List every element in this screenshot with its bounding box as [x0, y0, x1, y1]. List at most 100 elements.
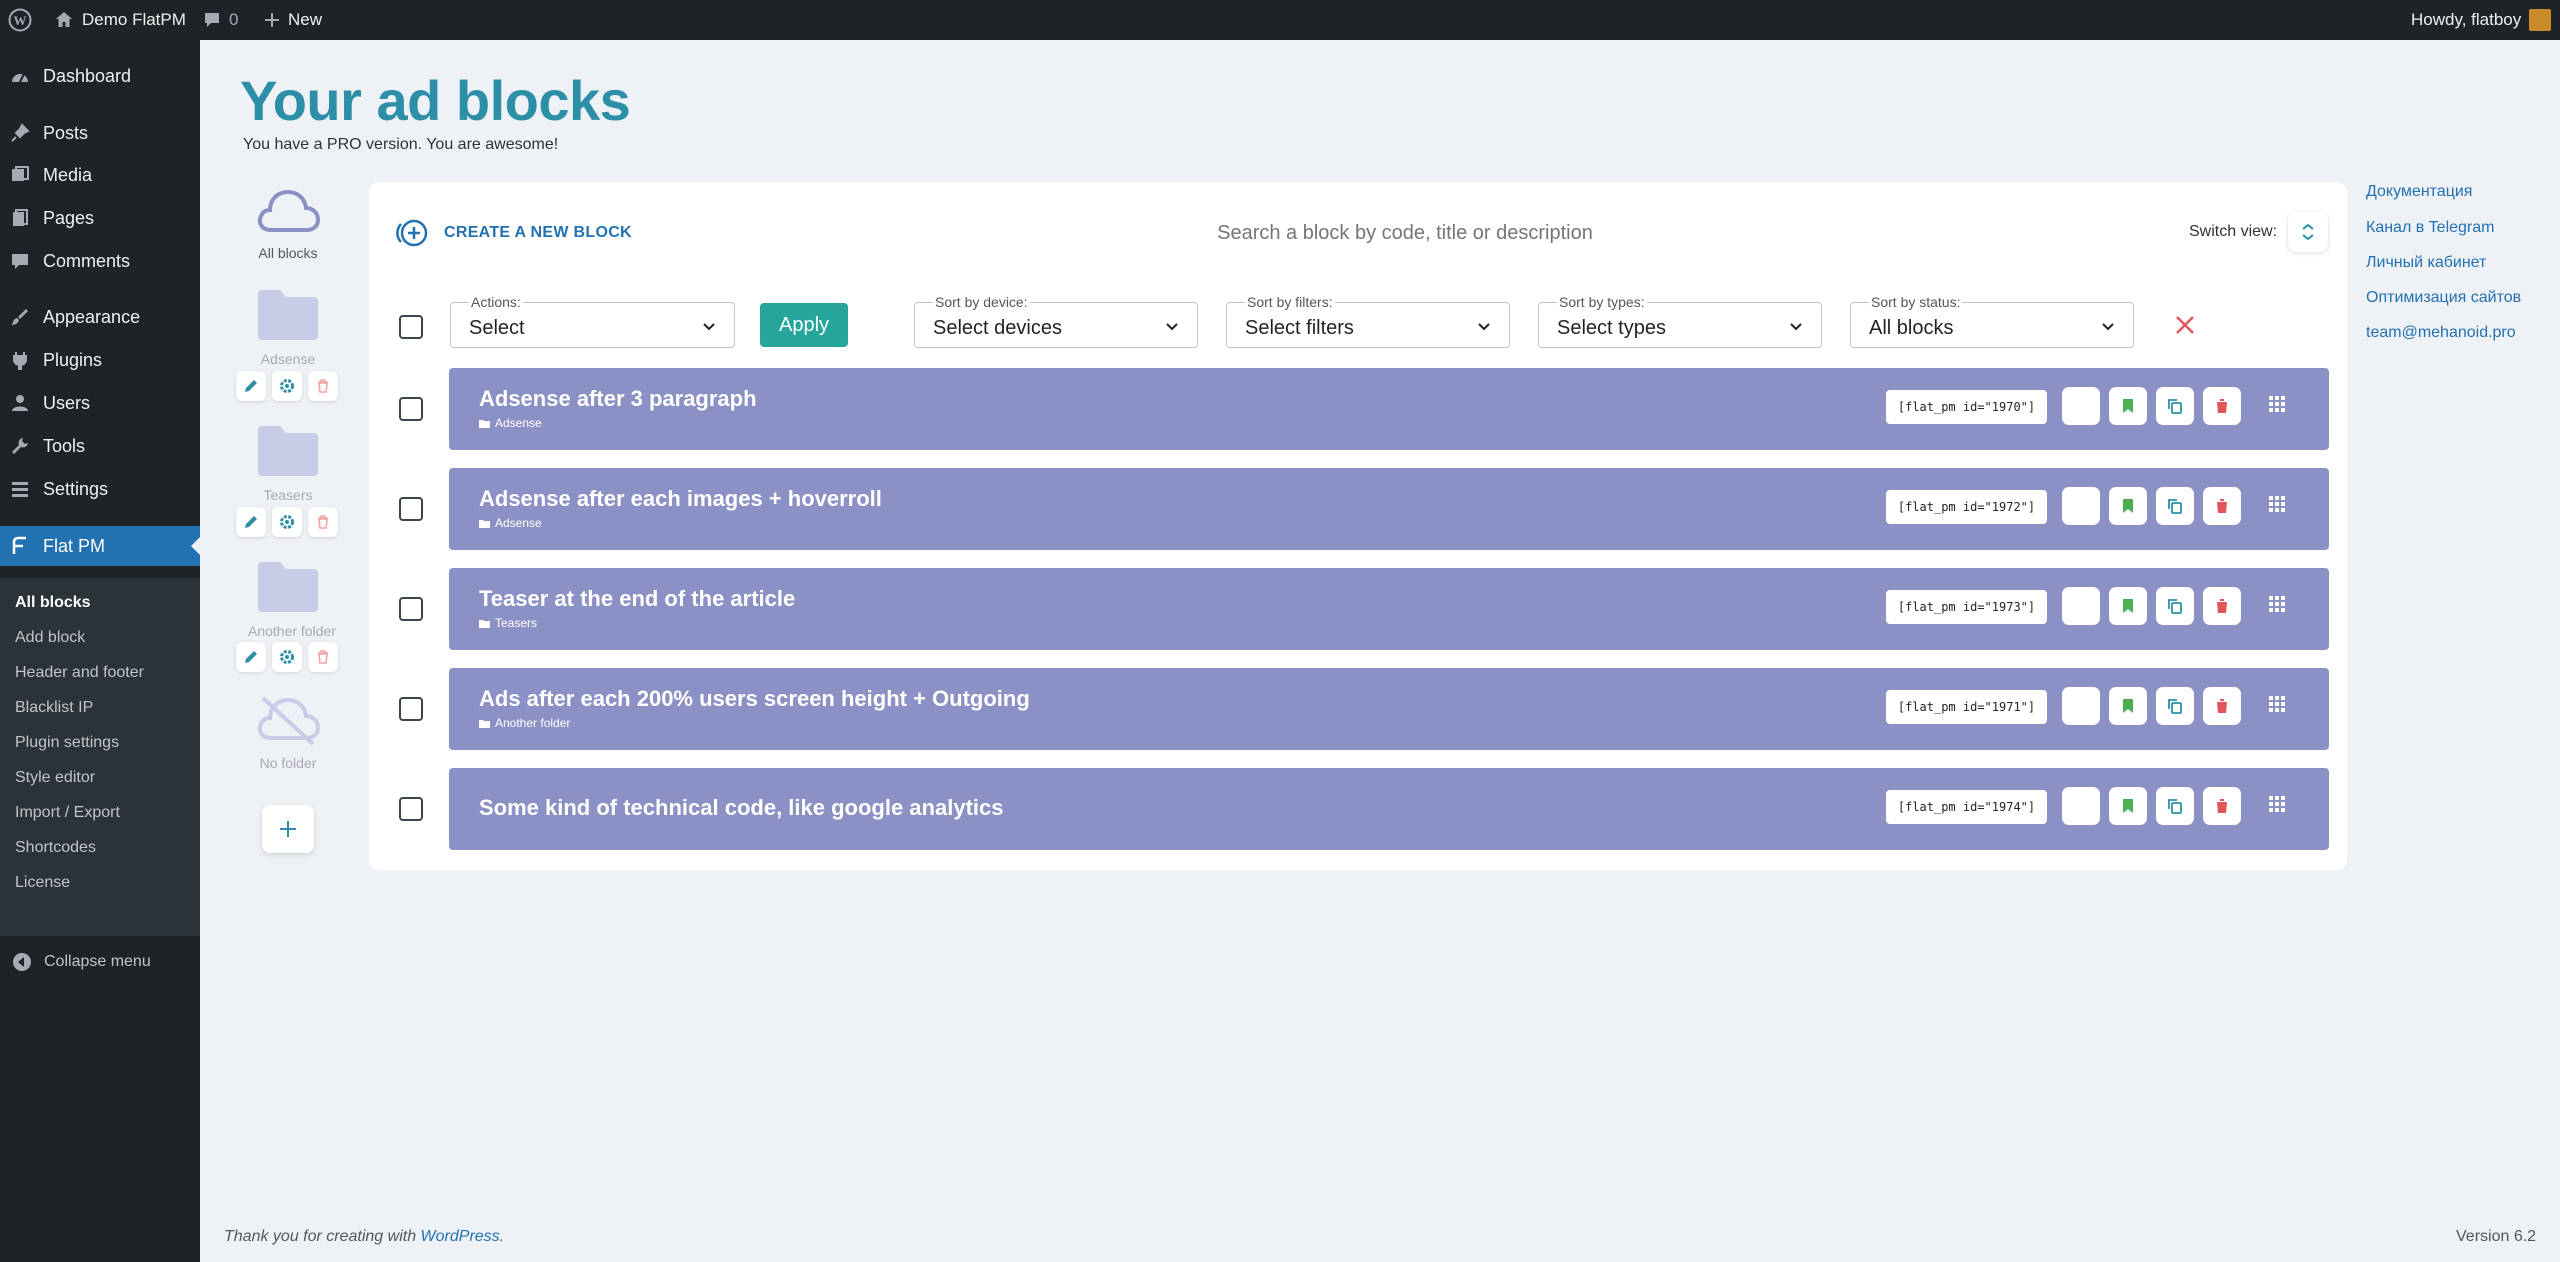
delete-folder-button[interactable] — [308, 642, 338, 672]
shortcode-field[interactable]: [flat_pm id="1970"] — [1886, 390, 2047, 424]
menu-settings[interactable]: Settings — [0, 469, 200, 509]
select-all-checkbox[interactable] — [399, 315, 423, 339]
block-title[interactable]: Some kind of technical code, like google… — [479, 795, 1003, 821]
new-content-link[interactable]: New — [264, 0, 322, 40]
submenu-import-export[interactable]: Import / Export — [15, 798, 120, 828]
menu-users[interactable]: Users — [0, 383, 200, 423]
toggle-status-button[interactable] — [2062, 387, 2100, 425]
row-checkbox[interactable] — [399, 697, 423, 721]
delete-button[interactable] — [2203, 487, 2241, 525]
menu-flatpm[interactable]: Flat PM — [0, 526, 200, 566]
block-title[interactable]: Adsense after each images + hoverroll — [479, 486, 882, 512]
toggle-status-button[interactable] — [2062, 687, 2100, 725]
copy-button[interactable] — [2156, 787, 2194, 825]
menu-dashboard[interactable]: Dashboard — [0, 56, 200, 96]
link-documentation[interactable]: Документация — [2366, 183, 2472, 201]
submenu-blacklist-ip[interactable]: Blacklist IP — [15, 693, 93, 723]
wordpress-logo-icon[interactable]: W — [8, 0, 32, 40]
status-select[interactable]: Sort by status: All blocks — [1850, 294, 2134, 348]
folder-all-blocks[interactable]: All blocks — [248, 186, 328, 261]
submenu-all-blocks[interactable]: All blocks — [15, 588, 91, 618]
device-select[interactable]: Sort by device: Select devices — [914, 294, 1198, 348]
bookmark-button[interactable] — [2109, 787, 2147, 825]
submenu-header-footer[interactable]: Header and footer — [15, 658, 144, 688]
menu-posts[interactable]: Posts — [0, 113, 200, 153]
switch-view-button[interactable] — [2288, 212, 2328, 252]
toggle-status-button[interactable] — [2062, 587, 2100, 625]
add-folder-button[interactable] — [262, 805, 314, 853]
submenu-plugin-settings[interactable]: Plugin settings — [15, 728, 119, 758]
folder-settings-button[interactable] — [272, 371, 302, 401]
link-optimization[interactable]: Оптимизация сайтов — [2366, 289, 2521, 307]
row-checkbox[interactable] — [399, 497, 423, 521]
delete-button[interactable] — [2203, 387, 2241, 425]
menu-appearance[interactable]: Appearance — [0, 297, 200, 337]
folder-no-folder[interactable]: No folder — [248, 694, 328, 771]
drag-handle[interactable] — [2269, 796, 2285, 817]
edit-folder-button[interactable] — [236, 507, 266, 537]
apply-button[interactable]: Apply — [760, 303, 848, 347]
filters-select[interactable]: Sort by filters: Select filters — [1226, 294, 1510, 348]
block-title[interactable]: Adsense after 3 paragraph — [479, 386, 757, 412]
site-name-link[interactable]: Demo FlatPM — [54, 0, 186, 40]
bookmark-button[interactable] — [2109, 587, 2147, 625]
toggle-status-button[interactable] — [2062, 487, 2100, 525]
folder-settings-button[interactable] — [272, 507, 302, 537]
block-row[interactable]: Teaser at the end of the article Teasers… — [449, 568, 2329, 650]
menu-pages[interactable]: Pages — [0, 198, 200, 238]
folder-another-folder[interactable]: Another folder — [248, 560, 336, 639]
copy-button[interactable] — [2156, 387, 2194, 425]
folder-settings-button[interactable] — [272, 642, 302, 672]
bookmark-button[interactable] — [2109, 687, 2147, 725]
block-row[interactable]: Adsense after each images + hoverroll Ad… — [449, 468, 2329, 550]
block-title[interactable]: Teaser at the end of the article — [479, 586, 795, 612]
shortcode-field[interactable]: [flat_pm id="1974"] — [1886, 790, 2047, 824]
menu-comments[interactable]: Comments — [0, 241, 200, 281]
bookmark-button[interactable] — [2109, 387, 2147, 425]
wordpress-link[interactable]: WordPress — [421, 1228, 500, 1245]
menu-media[interactable]: Media — [0, 155, 200, 195]
row-checkbox[interactable] — [399, 797, 423, 821]
link-email[interactable]: team@mehanoid.pro — [2366, 324, 2516, 342]
menu-plugins[interactable]: Plugins — [0, 340, 200, 380]
edit-folder-button[interactable] — [236, 371, 266, 401]
delete-button[interactable] — [2203, 687, 2241, 725]
block-title[interactable]: Ads after each 200% users screen height … — [479, 686, 1030, 712]
types-select[interactable]: Sort by types: Select types — [1538, 294, 1822, 348]
collapse-menu-button[interactable]: Collapse menu — [0, 942, 151, 982]
block-row[interactable]: Ads after each 200% users screen height … — [449, 668, 2329, 750]
folder-adsense[interactable]: Adsense — [248, 288, 328, 367]
actions-select[interactable]: Actions: Select — [450, 294, 735, 348]
link-telegram[interactable]: Канал в Telegram — [2366, 219, 2494, 237]
submenu-shortcodes[interactable]: Shortcodes — [15, 833, 96, 863]
folder-teasers[interactable]: Teasers — [248, 424, 328, 503]
copy-button[interactable] — [2156, 487, 2194, 525]
edit-folder-button[interactable] — [236, 642, 266, 672]
search-input[interactable] — [1070, 218, 1740, 248]
submenu-style-editor[interactable]: Style editor — [15, 763, 95, 793]
copy-button[interactable] — [2156, 687, 2194, 725]
shortcode-field[interactable]: [flat_pm id="1973"] — [1886, 590, 2047, 624]
delete-button[interactable] — [2203, 587, 2241, 625]
drag-handle[interactable] — [2269, 396, 2285, 417]
menu-tools[interactable]: Tools — [0, 426, 200, 466]
link-account[interactable]: Личный кабинет — [2366, 254, 2486, 272]
toggle-status-button[interactable] — [2062, 787, 2100, 825]
drag-handle[interactable] — [2269, 596, 2285, 617]
bookmark-button[interactable] — [2109, 487, 2147, 525]
shortcode-field[interactable]: [flat_pm id="1972"] — [1886, 490, 2047, 524]
delete-button[interactable] — [2203, 787, 2241, 825]
submenu-license[interactable]: License — [15, 868, 70, 898]
delete-folder-button[interactable] — [308, 507, 338, 537]
my-account-link[interactable]: Howdy, flatboy — [2411, 0, 2552, 40]
block-row[interactable]: Some kind of technical code, like google… — [449, 768, 2329, 850]
drag-handle[interactable] — [2269, 696, 2285, 717]
create-block-button[interactable]: CREATE A NEW BLOCK — [394, 218, 632, 248]
comments-link[interactable]: 0 — [203, 0, 238, 40]
delete-folder-button[interactable] — [308, 371, 338, 401]
row-checkbox[interactable] — [399, 397, 423, 421]
clear-filters-button[interactable] — [2174, 314, 2196, 341]
shortcode-field[interactable]: [flat_pm id="1971"] — [1886, 690, 2047, 724]
submenu-add-block[interactable]: Add block — [15, 623, 85, 653]
block-row[interactable]: Adsense after 3 paragraph Adsense [flat_… — [449, 368, 2329, 450]
